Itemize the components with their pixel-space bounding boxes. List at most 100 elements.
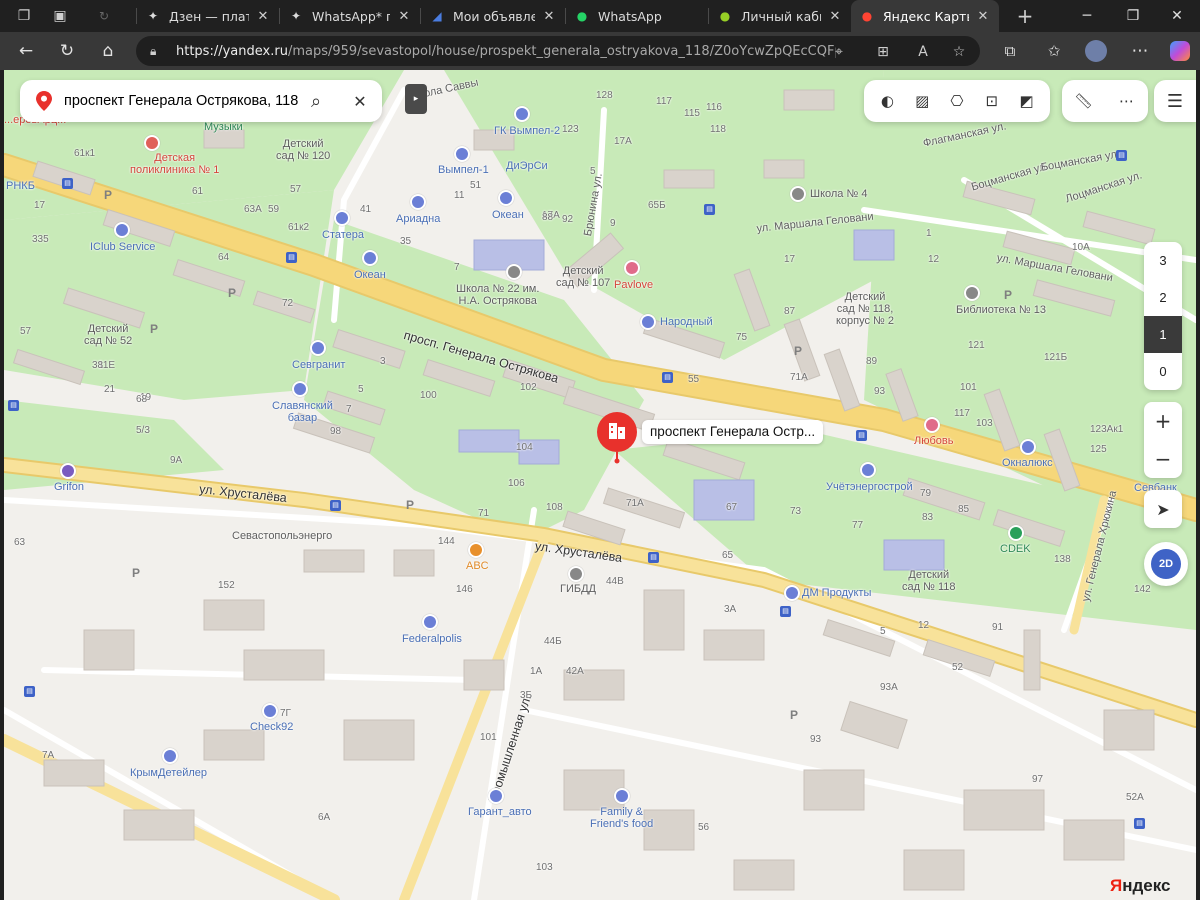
bus-stop-icon[interactable]: ▤ (1116, 150, 1127, 161)
poi-label-vympel1[interactable]: Вымпел-1 (438, 164, 489, 176)
poi-marker-garant-avto[interactable] (488, 788, 504, 804)
poi-label-family-food[interactable]: Family & Friend's food (590, 806, 653, 830)
poi-label-oknalyuks[interactable]: Окналюкс (1002, 457, 1053, 469)
tab-0[interactable]: ↻ (88, 0, 136, 32)
close-icon[interactable]: ✕ (255, 9, 271, 24)
favorite-star-icon[interactable]: ☆ (949, 42, 969, 62)
map-type-icon[interactable]: ▨ (909, 88, 935, 114)
poi-label-sevgranit[interactable]: Севгранит (292, 359, 345, 371)
floor-button-2[interactable]: 2 (1144, 279, 1182, 316)
poi-marker-gibdd[interactable] (568, 566, 584, 582)
zoom-in-button[interactable]: + (1144, 402, 1182, 440)
reload-icon[interactable]: ↻ (53, 37, 81, 65)
poi-marker-family-food[interactable] (614, 788, 630, 804)
poi-marker-pavlove[interactable] (624, 260, 640, 276)
close-icon[interactable]: ✕ (975, 9, 991, 24)
poi-marker-shkola4[interactable] (790, 186, 806, 202)
bus-stop-icon[interactable]: ▤ (8, 400, 19, 411)
poi-marker-vympel1[interactable] (454, 146, 470, 162)
tab-3[interactable]: ◢ Мои объявлени ✕ (421, 0, 565, 32)
poi-marker-iclub[interactable] (114, 222, 130, 238)
tab-2[interactable]: ✦ WhatsApp* прек ✕ (280, 0, 420, 32)
tab-4[interactable]: ● WhatsApp (566, 0, 708, 32)
poi-label-iclub[interactable]: IClub Service (90, 241, 155, 253)
close-icon[interactable]: ✕ (541, 9, 557, 24)
bus-stop-icon[interactable]: ▤ (704, 204, 715, 215)
collapse-panel-icon[interactable]: ▸ (405, 84, 427, 114)
poi-label-det-poliklinika[interactable]: Детская поликлиника № 1 (130, 152, 219, 176)
favorites-icon[interactable]: ✩ (1040, 37, 1068, 65)
view-mode-button[interactable]: 2D (1144, 542, 1188, 586)
bus-stop-icon[interactable]: ▤ (62, 178, 73, 189)
poi-label-cdek[interactable]: CDEK (1000, 543, 1031, 555)
poi-label-muzyki[interactable]: Музыки (204, 121, 243, 133)
poi-label-det-sad-107[interactable]: Детский сад № 107 (556, 265, 610, 289)
close-window-icon[interactable]: ✕ (1154, 0, 1200, 32)
poi-label-det-sad-52[interactable]: Детский сад № 52 (84, 323, 132, 347)
tab-1[interactable]: ✦ Дзен — платфор ✕ (137, 0, 279, 32)
poi-marker-okean-2[interactable] (362, 250, 378, 266)
poi-label-check92[interactable]: Check92 (250, 721, 293, 733)
poi-label-grifon[interactable]: Grifon (54, 481, 84, 493)
search-input[interactable]: проспект Генерала Острякова, 118 (64, 93, 298, 109)
poi-marker-oknalyuks[interactable] (1020, 439, 1036, 455)
poi-label-det-sad-120[interactable]: Детский сад № 120 (276, 138, 330, 162)
read-aloud-icon[interactable]: A (913, 42, 933, 62)
map-viewport[interactable]: просп. Генерала Острякова ул. Хрусталёва… (4, 70, 1196, 900)
poi-label-statera[interactable]: Статера (322, 229, 364, 241)
poi-marker-sevgranit[interactable] (310, 340, 326, 356)
bus-stop-icon[interactable]: ▤ (330, 500, 341, 511)
bus-stop-icon[interactable]: ▤ (648, 552, 659, 563)
poi-label-garant-avto[interactable]: Гарант_авто (468, 806, 532, 818)
poi-label-narodny[interactable]: Народный (660, 316, 713, 328)
poi-marker-uchetenergo[interactable] (860, 462, 876, 478)
maximize-icon[interactable]: ❐ (1110, 0, 1156, 32)
poi-label-ariadna[interactable]: Ариадна (396, 213, 440, 225)
apps-icon[interactable]: ⊞ (873, 42, 893, 62)
poi-label-gk-vympel2[interactable]: ГК Вымпел-2 (494, 125, 560, 137)
poi-marker-federalpolis[interactable] (422, 614, 438, 630)
poi-marker-shkola22[interactable] (506, 264, 522, 280)
poi-label-abc[interactable]: ABC (466, 560, 489, 572)
map-layers-icon[interactable]: ◐ (874, 88, 900, 114)
my-location-button[interactable]: ➤ (1144, 490, 1182, 528)
poi-label-shkola4[interactable]: Школа № 4 (810, 188, 867, 200)
transport-bus-icon[interactable]: ⊡ (979, 88, 1005, 114)
location-icon[interactable]: ⌖ (829, 42, 849, 62)
floor-button-3[interactable]: 3 (1144, 242, 1182, 279)
bus-stop-icon[interactable]: ▤ (286, 252, 297, 263)
poi-label-gibdd[interactable]: ГИБДД (560, 583, 596, 595)
ruler-icon[interactable]: 📏︎ (1071, 88, 1097, 114)
poi-label-uchetenergo[interactable]: Учётэнергострой (826, 481, 913, 493)
poi-marker-det-poliklinika[interactable] (144, 135, 160, 151)
bus-stop-icon[interactable]: ▤ (780, 606, 791, 617)
more-options-icon[interactable]: ⋯ (1114, 88, 1140, 114)
layers-stack-icon[interactable]: ◩ (1014, 88, 1040, 114)
panorama-camera-icon[interactable]: ⎔ (944, 88, 970, 114)
marker-label[interactable]: проспект Генерала Остр... (642, 420, 824, 444)
poi-label-shkola22[interactable]: Школа № 22 им. Н.А. Острякова (456, 283, 539, 307)
poi-marker-narodny[interactable] (640, 314, 656, 330)
minimize-icon[interactable]: ─ (1064, 0, 1110, 32)
hamburger-menu-icon[interactable]: ☰ (1154, 80, 1196, 122)
clear-search-icon[interactable]: ✕ (348, 89, 372, 113)
bus-stop-icon[interactable]: ▤ (24, 686, 35, 697)
home-icon[interactable]: ⌂ (94, 37, 122, 65)
tab-actions-icon[interactable]: ▣ (46, 2, 74, 30)
close-icon[interactable]: ✕ (827, 9, 843, 24)
back-icon[interactable]: ← (12, 37, 40, 65)
poi-label-lyubov[interactable]: Любовь (914, 435, 953, 447)
poi-label-sevastopolenergo[interactable]: Севастопольэнерго (232, 530, 332, 542)
poi-label-biblioteka13[interactable]: Библиотека № 13 (956, 304, 1046, 316)
tab-6-active[interactable]: ● Яндекс Карты ✕ (851, 0, 999, 32)
poi-marker-dm-produkty[interactable] (784, 585, 800, 601)
copilot-icon[interactable] (1166, 37, 1194, 65)
poi-marker-slav-bazar[interactable] (292, 381, 308, 397)
tab-5[interactable]: ● Личный кабинет ✕ (709, 0, 851, 32)
poi-label-det-sad-118[interactable]: Детский сад № 118 (902, 569, 956, 593)
poi-marker-krymdeteiler[interactable] (162, 748, 178, 764)
poi-label-det-sad-118k2[interactable]: Детский сад № 118, корпус № 2 (836, 291, 894, 327)
poi-label-dm-produkty[interactable]: ДМ Продукты (802, 587, 871, 599)
poi-marker-grifon[interactable] (60, 463, 76, 479)
workspaces-icon[interactable]: ❐ (10, 2, 38, 30)
